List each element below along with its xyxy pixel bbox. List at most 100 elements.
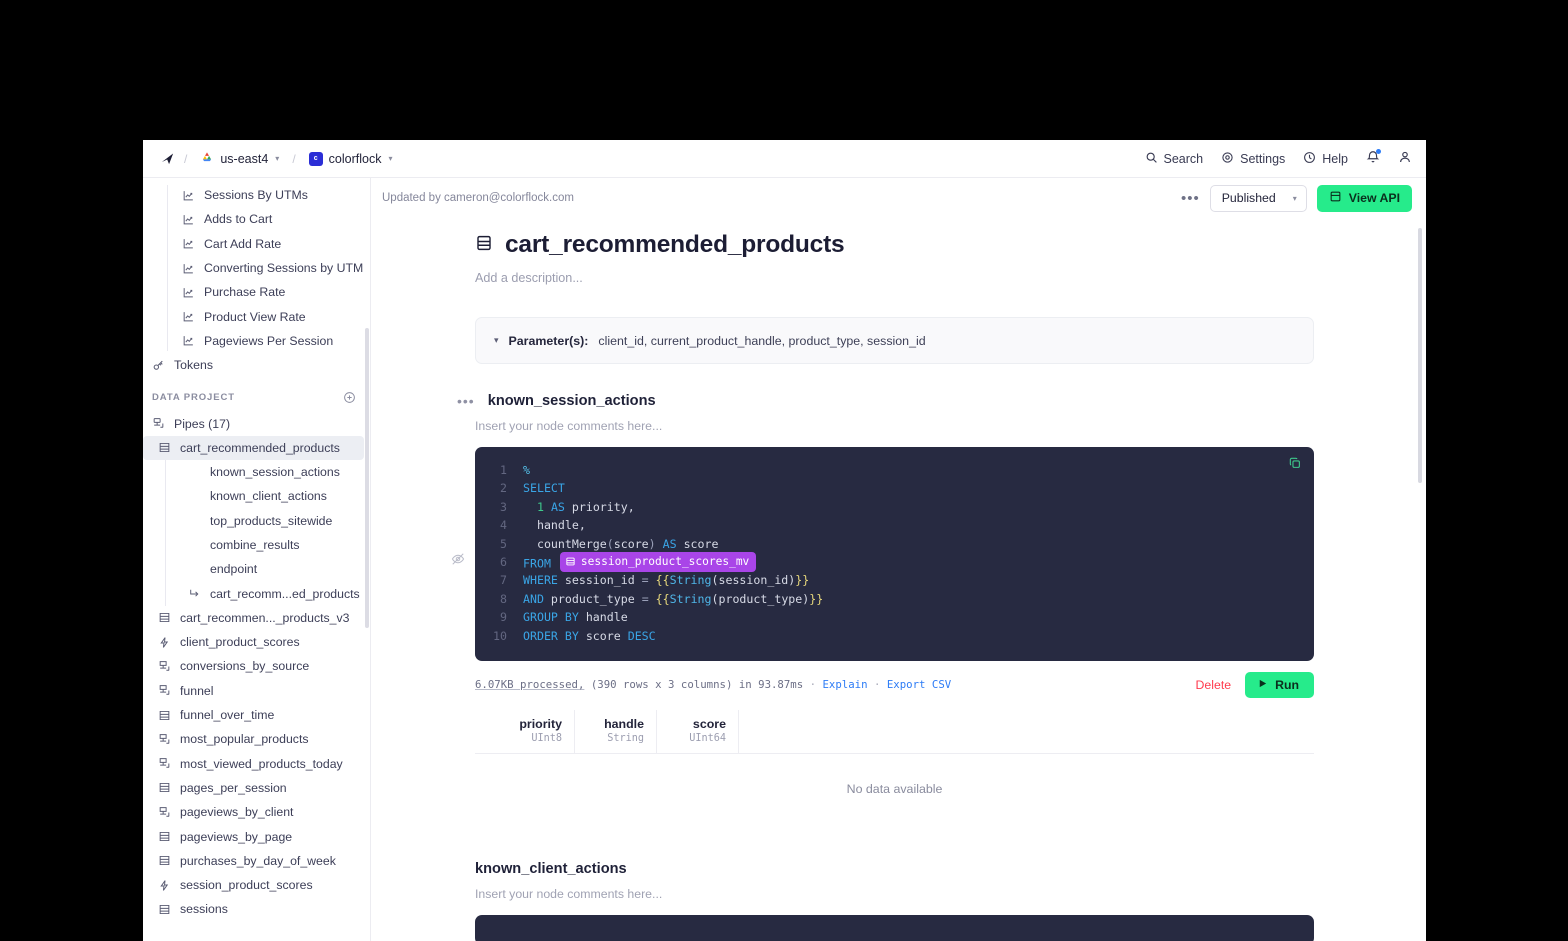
code-content: ORDER BY score DESC: [523, 627, 656, 645]
sidebar-item-top-products-sitewide[interactable]: top_products_sitewide: [165, 509, 370, 533]
eye-off-icon[interactable]: [451, 552, 465, 566]
line-number: 4: [475, 516, 523, 534]
sidebar-item-combine-results[interactable]: combine_results: [165, 533, 370, 557]
sidebar-item-endpoint[interactable]: endpoint: [165, 557, 370, 581]
send-logo-icon[interactable]: [159, 151, 175, 167]
sidebar-item-converting-sessions-by-utm[interactable]: Converting Sessions by UTM: [167, 256, 370, 280]
plus-circle-icon[interactable]: [343, 391, 356, 404]
code-token: FROM: [523, 556, 558, 570]
sql-editor[interactable]: [475, 915, 1314, 941]
breadcrumb-workspace[interactable]: c colorflock ▾: [305, 149, 397, 169]
sidebar-pipe-children: known_session_actions known_client_action…: [143, 460, 370, 606]
breadcrumb-workspace-label: colorflock: [329, 152, 382, 166]
sidebar-pipes-list: cart_recommended_productsknown_session_a…: [143, 436, 370, 922]
sidebar-scrollbar[interactable]: [365, 328, 369, 628]
description-input[interactable]: Add a description...: [371, 271, 1426, 285]
breadcrumb-separator-2: /: [292, 152, 295, 166]
code-token: SELECT: [523, 481, 565, 495]
column-name: handle: [604, 717, 644, 731]
node-comment-input[interactable]: Insert your node comments here...: [371, 887, 1426, 901]
table-column-header[interactable]: scoreUInt64: [657, 710, 739, 753]
sidebar-item-pageviews-by-client[interactable]: pageviews_by_client: [143, 800, 370, 824]
code-token: ORDER BY: [523, 629, 579, 643]
spacer: [187, 514, 201, 528]
code-token: WHERE: [523, 573, 558, 587]
settings-button[interactable]: Settings: [1221, 151, 1285, 167]
help-button[interactable]: Help: [1303, 151, 1348, 167]
sql-editor[interactable]: 1%2SELECT3 1 AS priority,4 handle,5 coun…: [475, 447, 1314, 661]
sidebar-item-most-viewed-products-today[interactable]: most_viewed_products_today: [143, 752, 370, 776]
sidebar-item-known-client-actions[interactable]: known_client_actions: [165, 484, 370, 508]
sidebar-item-pageviews-by-page[interactable]: pageviews_by_page: [143, 824, 370, 848]
run-button[interactable]: Run: [1245, 672, 1314, 698]
sidebar-item-most-popular-products[interactable]: most_popular_products: [143, 727, 370, 751]
sidebar-item-session-product-scores[interactable]: session_product_scores: [143, 873, 370, 897]
sidebar-item-tokens[interactable]: Tokens: [143, 353, 370, 377]
code-token: [649, 592, 656, 606]
column-type: UInt64: [689, 733, 726, 744]
code-token: countMerge: [523, 537, 607, 551]
more-options-button[interactable]: •••: [1171, 191, 1210, 206]
sidebar-item-sessions[interactable]: sessions: [143, 897, 370, 921]
sidebar-item-conversions-by-source[interactable]: conversions_by_source: [143, 654, 370, 678]
sidebar-item-label: most_viewed_products_today: [180, 757, 343, 771]
main-scrollbar[interactable]: [1418, 228, 1422, 483]
code-token: AS: [551, 500, 565, 514]
datasource-icon: [157, 441, 171, 455]
code-content: 1 AS priority,: [523, 498, 635, 516]
breadcrumb-region[interactable]: us-east4 ▾: [196, 147, 283, 170]
sidebar-item-pages-per-session[interactable]: pages_per_session: [143, 776, 370, 800]
code-content: AND product_type = {{String(product_type…: [523, 590, 823, 608]
parameters-bar[interactable]: ▾ Parameter(s): client_id, current_produ…: [475, 317, 1314, 364]
notifications-button[interactable]: [1366, 150, 1380, 167]
copy-icon[interactable]: [1288, 456, 1302, 470]
sidebar-item-cart-recommen-products-v3[interactable]: cart_recommen..._products_v3: [143, 606, 370, 630]
sidebar-item-cart-add-rate[interactable]: Cart Add Rate: [167, 232, 370, 256]
sidebar-item-product-view-rate[interactable]: Product View Rate: [167, 304, 370, 328]
sidebar-item-pageviews-per-session[interactable]: Pageviews Per Session: [167, 329, 370, 353]
sidebar-item-label: known_client_actions: [210, 489, 327, 503]
code-token: (: [607, 537, 614, 551]
sidebar-pipes-header[interactable]: Pipes (17): [143, 411, 370, 435]
sidebar-item-cart-recommended-products[interactable]: cart_recommended_products: [143, 436, 364, 460]
breadcrumb-region-label: us-east4: [220, 152, 268, 166]
result-size: 6.07KB processed,: [475, 678, 584, 691]
sidebar-item-funnel[interactable]: funnel: [143, 679, 370, 703]
sidebar-item-funnel-over-time[interactable]: funnel_over_time: [143, 703, 370, 727]
account-button[interactable]: [1398, 150, 1412, 167]
export-csv-link[interactable]: Export CSV: [887, 678, 951, 691]
google-cloud-icon: [200, 150, 214, 167]
sidebar-item-adds-to-cart[interactable]: Adds to Cart: [167, 207, 370, 231]
result-timing: in 93.87ms: [739, 678, 803, 691]
table-header-filler: [739, 710, 1314, 753]
sidebar-item-purchase-rate[interactable]: Purchase Rate: [167, 280, 370, 304]
code-content: countMerge(score) AS score: [523, 535, 718, 553]
explain-link[interactable]: Explain: [823, 678, 868, 691]
sidebar-item-cart-recomm-ed-products[interactable]: cart_recomm...ed_products: [165, 581, 370, 605]
sidebar-item-label: Cart Add Rate: [204, 237, 281, 251]
sidebar-item-sessions-by-utms[interactable]: Sessions By UTMs: [167, 183, 370, 207]
result-stats: 6.07KB processed, (390 rows x 3 columns)…: [475, 678, 1182, 691]
code-token: (session_id): [712, 573, 796, 587]
breadcrumb: / us-east4 ▾ / c colorflock ▾: [159, 147, 1145, 170]
table-column-header[interactable]: priorityUInt8: [475, 710, 575, 753]
node-comment-input[interactable]: Insert your node comments here...: [371, 419, 1426, 433]
main-panel: Updated by cameron@colorflock.com ••• Pu…: [371, 178, 1426, 941]
table-column-header[interactable]: handleString: [575, 710, 657, 753]
node-options-button[interactable]: •••: [457, 394, 475, 408]
sidebar-item-purchases-by-day-of-week[interactable]: purchases_by_day_of_week: [143, 849, 370, 873]
sidebar-item-known-session-actions[interactable]: known_session_actions: [165, 460, 370, 484]
user-avatar-icon: [1398, 150, 1412, 167]
run-label: Run: [1275, 678, 1299, 692]
datasource-reference-pill[interactable]: session_product_scores_mv: [560, 552, 756, 572]
sidebar-item-label: combine_results: [210, 538, 300, 552]
search-button[interactable]: Search: [1145, 151, 1204, 167]
view-api-button[interactable]: View API: [1317, 185, 1412, 212]
parameters-label: Parameter(s):: [509, 334, 589, 348]
sidebar-item-client-product-scores[interactable]: client_product_scores: [143, 630, 370, 654]
code-token: score: [677, 537, 719, 551]
chart-line-icon: [181, 334, 195, 348]
delete-button[interactable]: Delete: [1182, 678, 1246, 692]
code-token: handle: [579, 610, 628, 624]
publish-status-select[interactable]: Published ▾: [1210, 185, 1307, 212]
